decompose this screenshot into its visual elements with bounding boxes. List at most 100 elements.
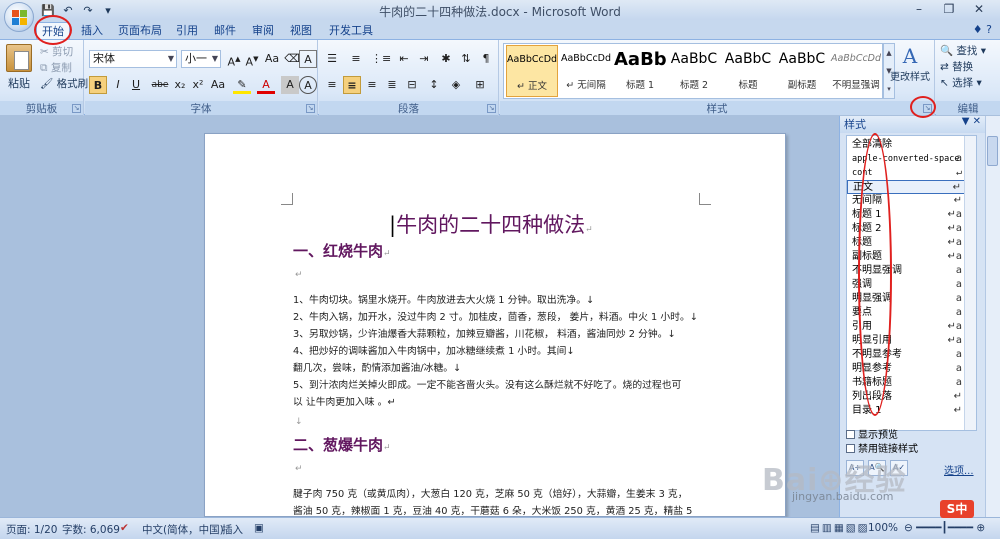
- numbering-icon[interactable]: ≡: [347, 50, 365, 68]
- clipboard-launcher-icon[interactable]: ↘: [72, 104, 81, 113]
- undo-icon[interactable]: ↶: [60, 3, 76, 18]
- align-right-icon[interactable]: ≡: [363, 76, 381, 94]
- window-controls: – ❐ ✕: [904, 1, 994, 18]
- tab-insert[interactable]: 插入: [76, 22, 108, 40]
- subscript-button[interactable]: x₂: [171, 76, 189, 94]
- margin-corner: [699, 193, 711, 205]
- paragraph-launcher-icon[interactable]: ↘: [487, 104, 496, 113]
- minimize-button[interactable]: –: [904, 1, 934, 18]
- body-line: 翻几次，尝味，酌情添加酱油/冰糖。↓: [293, 363, 462, 374]
- proofing-icon[interactable]: ✔: [120, 522, 129, 534]
- format-painter-button[interactable]: 🖌 格式刷: [40, 76, 88, 92]
- shading-icon[interactable]: ◈: [447, 76, 465, 94]
- char-border-icon[interactable]: A: [299, 50, 317, 68]
- show-preview-checkbox[interactable]: 显示预览: [846, 426, 898, 441]
- bold-button[interactable]: B: [89, 76, 107, 94]
- style-no-spacing[interactable]: AaBbCcDd ↵ 无间隔: [560, 45, 612, 97]
- tab-page-layout[interactable]: 页面布局: [114, 22, 166, 40]
- quick-styles-gallery: AaBbCcDd ↵ 正文 AaBbCcDd ↵ 无间隔 AaBb 标题 1 A…: [503, 43, 883, 99]
- ribbon: 粘贴 ✂ 剪切 ⧉ 复制 🖌 格式刷 剪贴板 ↘ 宋体 ▼ 小一 ▼ A▲ A▼ A…: [0, 39, 1000, 116]
- options-link[interactable]: 选项...: [944, 462, 974, 477]
- body-line: 酱油 50 克，辣椒面 1 克，豆油 40 克，干蘑菇 6 朵，大米饭 250 …: [293, 506, 693, 517]
- align-left-icon[interactable]: ≡: [323, 76, 341, 94]
- select-button[interactable]: ↖ 选择 ▾: [940, 75, 982, 91]
- margin-corner: [281, 193, 293, 205]
- sort-icon[interactable]: ⇅: [457, 50, 475, 68]
- qat-customize-icon[interactable]: ▾: [100, 3, 116, 18]
- word-count[interactable]: 字数: 6,069: [62, 522, 120, 537]
- enclose-char-icon[interactable]: A: [299, 76, 317, 94]
- justify-icon[interactable]: ≣: [383, 76, 401, 94]
- page-count[interactable]: 页面: 1/20: [6, 522, 57, 537]
- change-case-icon[interactable]: Aa: [263, 50, 281, 68]
- find-button[interactable]: 🔍 查找 ▾: [940, 43, 986, 59]
- highlight-icon[interactable]: ✎: [233, 76, 251, 94]
- show-marks-icon[interactable]: ¶: [477, 50, 495, 68]
- body-line: 4、把炒好的调味酱加入牛肉锅中，加冰糖继续煮 1 小时。其间↓: [293, 346, 575, 357]
- cut-button[interactable]: ✂ 剪切: [40, 44, 73, 60]
- style-heading-2[interactable]: AaBbC 标题 2: [668, 45, 720, 97]
- close-button[interactable]: ✕: [964, 1, 994, 18]
- document-area: |牛肉的二十四种做法↵ 一、红烧牛肉↵ ↵ 1、牛肉切块。锅里水烧开。牛肉放进去…: [0, 116, 839, 517]
- chinese-layout-icon[interactable]: ✱: [437, 50, 455, 68]
- help-icon[interactable]: ♦ ?: [973, 23, 992, 36]
- style-title[interactable]: AaBbC 标题: [722, 45, 774, 97]
- decrease-indent-icon[interactable]: ⇤: [395, 50, 413, 68]
- tab-mailings[interactable]: 邮件: [210, 22, 240, 40]
- grow-font-icon[interactable]: A▲: [225, 50, 243, 69]
- pane-close-icon[interactable]: ▼ ✕: [962, 116, 981, 127]
- char-shading-icon[interactable]: A: [281, 76, 299, 94]
- view-buttons[interactable]: ▤▥▦▧▨: [810, 522, 870, 534]
- shrink-font-icon[interactable]: A▼: [243, 50, 261, 69]
- bullets-icon[interactable]: ☰: [323, 50, 341, 68]
- document-page[interactable]: |牛肉的二十四种做法↵ 一、红烧牛肉↵ ↵ 1、牛肉切块。锅里水烧开。牛肉放进去…: [204, 133, 786, 517]
- styles-list-scrollbar[interactable]: [964, 136, 976, 430]
- distributed-icon[interactable]: ⊟: [403, 76, 421, 94]
- paste-button[interactable]: 粘贴: [6, 44, 32, 91]
- document-title: |牛肉的二十四种做法↵: [389, 213, 593, 237]
- tab-view[interactable]: 视图: [286, 22, 316, 40]
- office-button[interactable]: [4, 2, 34, 32]
- list-item[interactable]: 目录 1 ↵: [847, 404, 965, 418]
- redo-icon[interactable]: ↷: [80, 3, 96, 18]
- font-launcher-icon[interactable]: ↘: [306, 104, 315, 113]
- align-center-icon[interactable]: ≡: [343, 76, 361, 94]
- ime-indicator[interactable]: S中: [940, 500, 974, 518]
- font-color-icon[interactable]: A: [257, 76, 275, 94]
- italic-button[interactable]: I: [109, 76, 127, 94]
- macro-icon[interactable]: ▣: [254, 522, 264, 534]
- borders-icon[interactable]: ⊞: [471, 76, 489, 94]
- superscript-button[interactable]: x²: [189, 76, 207, 94]
- title-bar: 牛肉的二十四种做法.docx - Microsoft Word 💾 ↶ ↷ ▾ …: [0, 0, 1000, 20]
- style-subtle-emphasis[interactable]: AaBbCcDd 不明显强调: [830, 45, 882, 97]
- insert-mode[interactable]: 插入: [222, 522, 243, 537]
- scroll-thumb[interactable]: [987, 136, 998, 166]
- change-styles-button[interactable]: A 更改样式: [888, 44, 932, 83]
- style-subtitle[interactable]: AaBbC 副标题: [776, 45, 828, 97]
- zoom-slider[interactable]: ⊖ ━━━━┃━━━━ ⊕: [904, 522, 985, 534]
- style-heading-1[interactable]: AaBb 标题 1: [614, 45, 666, 97]
- tab-developer[interactable]: 开发工具: [328, 22, 374, 40]
- tab-references[interactable]: 引用: [172, 22, 202, 40]
- font-size-combo[interactable]: 小一 ▼: [181, 50, 221, 68]
- copy-button[interactable]: ⧉ 复制: [40, 60, 72, 76]
- vertical-scrollbar[interactable]: [985, 116, 1000, 517]
- style-normal[interactable]: AaBbCcDd ↵ 正文: [506, 45, 558, 97]
- tab-review[interactable]: 审阅: [248, 22, 278, 40]
- line-spacing-icon[interactable]: ↕: [425, 76, 443, 94]
- replace-button[interactable]: ⇄ 替换: [940, 59, 973, 75]
- language[interactable]: 中文(简体，中国): [142, 522, 224, 537]
- maximize-button[interactable]: ❐: [934, 1, 964, 18]
- font-name-combo[interactable]: 宋体 ▼: [89, 50, 177, 68]
- change-styles-icon: A: [902, 44, 918, 68]
- list-item[interactable]: 全部清除: [847, 138, 965, 152]
- multilevel-list-icon[interactable]: ⋮≡: [371, 50, 391, 68]
- underline-button[interactable]: U: [127, 76, 145, 94]
- font-group: 宋体 ▼ 小一 ▼ A▲ A▼ Aa ⌫ A B I U abe x₂ x² Aa …: [85, 40, 318, 116]
- change-case-button[interactable]: Aa: [209, 76, 227, 94]
- zoom-level[interactable]: 100%: [868, 522, 898, 534]
- strikethrough-button[interactable]: abe: [151, 76, 169, 94]
- paragraph-mark: ↵: [295, 464, 303, 474]
- disable-linked-styles-checkbox[interactable]: 禁用链接样式: [846, 440, 918, 455]
- increase-indent-icon[interactable]: ⇥: [415, 50, 433, 68]
